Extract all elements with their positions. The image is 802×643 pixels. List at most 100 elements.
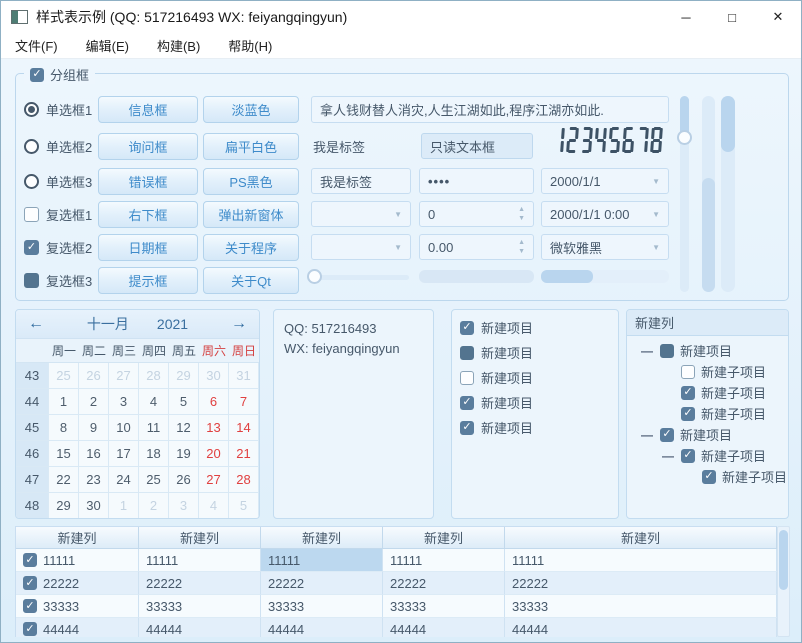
password-field[interactable]: •••• <box>419 168 534 194</box>
chevron-down-icon[interactable]: ▼ <box>652 243 660 252</box>
calendar-day-cell[interactable]: 21 <box>229 441 259 467</box>
calendar-day-cell[interactable]: 29 <box>169 363 199 389</box>
button-关于Qt[interactable]: 关于Qt <box>203 267 299 294</box>
double-spin-box[interactable]: 0.00 ▲▼ <box>419 234 534 260</box>
table-vertical-scrollbar[interactable] <box>777 526 790 637</box>
calendar-day-cell[interactable]: 11 <box>139 415 169 441</box>
scrollbar-thumb[interactable] <box>721 96 735 152</box>
tree-row[interactable]: —✓新建项目 <box>627 424 788 445</box>
readonly-textbox[interactable]: 只读文本框 <box>421 133 533 159</box>
calendar-day-cell[interactable]: 19 <box>169 441 199 467</box>
table-header-cell[interactable]: 新建列 <box>139 527 261 549</box>
button-PS黑色[interactable]: PS黑色 <box>203 168 299 195</box>
calendar-day-cell[interactable]: 15 <box>49 441 79 467</box>
list-item-checkbox[interactable]: ✓ <box>460 421 474 435</box>
calendar-day-cell[interactable]: 4 <box>139 389 169 415</box>
calendar-day-cell[interactable]: 28 <box>139 363 169 389</box>
list-item[interactable]: ✓新建项目 <box>452 315 618 340</box>
calendar-day-cell[interactable]: 9 <box>79 415 109 441</box>
calendar-day-cell[interactable]: 26 <box>79 363 109 389</box>
table-cell[interactable]: 33333 <box>139 595 261 618</box>
calendar-day-cell[interactable]: 13 <box>199 415 229 441</box>
tree-collapse-icon[interactable]: — <box>640 428 654 442</box>
table-cell[interactable]: 44444 <box>505 618 777 637</box>
button-错误框[interactable]: 错误框 <box>98 168 198 195</box>
calendar-prev-icon[interactable]: ← <box>28 315 44 333</box>
table-cell[interactable]: 44444 <box>261 618 383 637</box>
calendar-year[interactable]: 2021 <box>157 316 188 332</box>
table-cell[interactable]: ✓33333 <box>16 595 139 618</box>
row-checkbox[interactable]: ✓ <box>23 622 37 636</box>
maximize-button[interactable]: □ <box>709 1 755 33</box>
date-edit[interactable]: 2000/1/1 ▼ <box>541 168 669 194</box>
button-询问框[interactable]: 询问框 <box>98 133 198 160</box>
datetime-edit[interactable]: 2000/1/1 0:00 ▼ <box>541 201 669 227</box>
button-信息框[interactable]: 信息框 <box>98 96 198 123</box>
menu-item-2[interactable]: 构建(B) <box>143 33 214 58</box>
menu-item-1[interactable]: 编辑(E) <box>72 33 143 58</box>
tree-item-checkbox[interactable]: ✓ <box>681 365 695 379</box>
combo-box-2[interactable]: ▼ <box>311 234 411 260</box>
scrollbar-thumb[interactable] <box>541 270 593 283</box>
list-item-checkbox[interactable]: ✓ <box>460 396 474 410</box>
tree-item-checkbox[interactable]: ✓ <box>702 470 716 484</box>
row-checkbox[interactable]: ✓ <box>23 576 37 590</box>
calendar-month[interactable]: 十一月 <box>87 314 129 334</box>
table-header-cell[interactable]: 新建列 <box>261 527 383 549</box>
tree-row[interactable]: ✓新建子项目 <box>627 361 788 382</box>
calendar-day-cell[interactable]: 10 <box>109 415 139 441</box>
vertical-scrollbar-1[interactable] <box>702 96 715 292</box>
table-cell[interactable]: 11111 <box>139 549 261 572</box>
vertical-scrollbar-2[interactable] <box>721 96 735 292</box>
calendar-day-cell[interactable]: 23 <box>79 467 109 493</box>
table-cell[interactable]: 44444 <box>383 618 505 637</box>
button-弹出新窗体[interactable]: 弹出新窗体 <box>203 201 299 228</box>
radio-单选框2[interactable]: 单选框2 <box>24 133 92 159</box>
tree-item-checkbox[interactable]: ✓ <box>660 428 674 442</box>
table-header-cell[interactable]: 新建列 <box>383 527 505 549</box>
checkbox-indicator[interactable]: ✓ <box>24 207 39 222</box>
close-button[interactable]: ✕ <box>755 1 801 33</box>
calendar-day-cell[interactable]: 7 <box>229 389 259 415</box>
calendar-day-cell[interactable]: 8 <box>49 415 79 441</box>
row-checkbox[interactable]: ✓ <box>23 553 37 567</box>
list-item-checkbox[interactable]: ✓ <box>460 371 474 385</box>
tree-row[interactable]: —✓新建子项目 <box>627 445 788 466</box>
calendar-next-icon[interactable]: → <box>231 315 247 333</box>
tree-item-checkbox[interactable]: ✓ <box>681 449 695 463</box>
chevron-down-icon[interactable]: ▼ <box>652 177 660 186</box>
tree-item-checkbox[interactable]: ✓ <box>681 407 695 421</box>
table-cell[interactable]: 33333 <box>383 595 505 618</box>
calendar-day-cell[interactable]: 2 <box>139 493 169 519</box>
list-item[interactable]: ✓新建项目 <box>452 365 618 390</box>
calendar-day-cell[interactable]: 22 <box>49 467 79 493</box>
calendar-day-cell[interactable]: 18 <box>139 441 169 467</box>
groupbox-checkbox[interactable]: ✓ <box>30 68 44 82</box>
table-header-cell[interactable]: 新建列 <box>505 527 777 549</box>
button-淡蓝色[interactable]: 淡蓝色 <box>203 96 299 123</box>
list-item-checkbox[interactable]: ✓ <box>460 321 474 335</box>
table-cell[interactable]: ✓11111 <box>16 549 139 572</box>
checkbox-indicator[interactable]: ✓ <box>24 240 39 255</box>
motto-input[interactable]: 拿人钱财替人消灾,人生江湖如此,程序江湖亦如此. <box>311 96 669 123</box>
calendar-day-cell[interactable]: 27 <box>199 467 229 493</box>
calendar-day-cell[interactable]: 30 <box>199 363 229 389</box>
table-cell[interactable]: 33333 <box>505 595 777 618</box>
table-cell[interactable]: ✓22222 <box>16 572 139 595</box>
checkbox-indicator[interactable]: ✓ <box>24 273 39 288</box>
scrollbar-thumb[interactable] <box>779 530 788 590</box>
button-右下框[interactable]: 右下框 <box>98 201 198 228</box>
table-cell[interactable]: 22222 <box>505 572 777 595</box>
chevron-down-icon[interactable]: ▼ <box>394 243 402 252</box>
calendar-day-cell[interactable]: 27 <box>109 363 139 389</box>
chevron-down-icon[interactable]: ▼ <box>394 210 402 219</box>
calendar-day-cell[interactable]: 12 <box>169 415 199 441</box>
spin-arrows-icon[interactable]: ▲▼ <box>518 206 525 222</box>
calendar-day-cell[interactable]: 25 <box>49 363 79 389</box>
calendar-day-cell[interactable]: 28 <box>229 467 259 493</box>
calendar-day-cell[interactable]: 25 <box>139 467 169 493</box>
calendar-day-cell[interactable]: 5 <box>169 389 199 415</box>
list-item[interactable]: ✓新建项目 <box>452 415 618 440</box>
table-cell[interactable]: 44444 <box>139 618 261 637</box>
calendar-day-cell[interactable]: 3 <box>169 493 199 519</box>
